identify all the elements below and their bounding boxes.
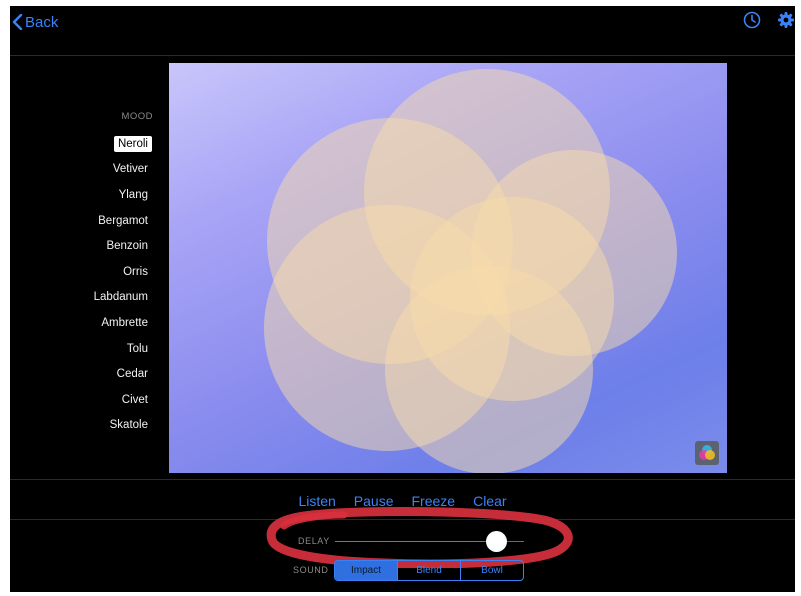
sound-label: SOUND — [293, 565, 329, 575]
back-button[interactable]: Back — [12, 12, 58, 32]
pause-button[interactable]: Pause — [354, 493, 394, 509]
bubble-artwork — [264, 69, 677, 473]
controls-divider — [10, 519, 795, 520]
app-screen: Back MOOD Neroli Vetiver Ylang Bergamot … — [10, 6, 795, 592]
gear-icon — [778, 12, 794, 28]
mood-item-neroli[interactable]: Neroli — [62, 131, 152, 157]
header-divider — [10, 55, 795, 56]
sound-option-impact[interactable]: Impact — [335, 561, 397, 580]
delay-control: DELAY — [10, 531, 795, 552]
back-label: Back — [25, 13, 59, 31]
mood-item-civet[interactable]: Civet — [62, 387, 152, 413]
bubble — [385, 266, 593, 473]
sound-option-bowl[interactable]: Bowl — [460, 561, 523, 580]
mood-item-bergamot[interactable]: Bergamot — [62, 208, 152, 234]
mood-item-benzoin[interactable]: Benzoin — [62, 233, 152, 259]
sound-option-blend[interactable]: Blend — [397, 561, 460, 580]
mood-item-ambrette[interactable]: Ambrette — [62, 310, 152, 336]
mood-title: MOOD — [121, 111, 153, 122]
mood-item-labdanum[interactable]: Labdanum — [62, 285, 152, 311]
delay-slider[interactable] — [335, 531, 524, 552]
history-button[interactable] — [743, 11, 761, 34]
mood-item-ylang[interactable]: Ylang — [62, 182, 152, 208]
delay-label: DELAY — [298, 536, 330, 546]
canvas-divider — [10, 479, 795, 480]
mood-item-tolu[interactable]: Tolu — [62, 336, 152, 362]
mood-item-orris[interactable]: Orris — [62, 259, 152, 285]
freeze-button[interactable]: Freeze — [412, 493, 456, 509]
clock-icon — [743, 11, 761, 29]
sound-segmented-control: Impact Blend Bowl — [334, 560, 524, 581]
palette-button[interactable] — [695, 441, 719, 465]
color-palette-icon — [699, 445, 715, 460]
delay-slider-fill — [335, 541, 496, 542]
visualization-canvas[interactable] — [169, 63, 727, 473]
mood-list: Neroli Vetiver Ylang Bergamot Benzoin Or… — [62, 131, 152, 438]
action-bar: Listen Pause Freeze Clear — [10, 493, 795, 509]
clear-button[interactable]: Clear — [473, 493, 506, 509]
settings-button[interactable] — [777, 11, 795, 34]
mood-item-cedar[interactable]: Cedar — [62, 361, 152, 387]
sound-control: SOUND Impact Blend Bowl — [10, 560, 795, 581]
listen-button[interactable]: Listen — [298, 493, 335, 509]
mood-item-skatole[interactable]: Skatole — [62, 413, 152, 439]
chevron-left-icon — [12, 14, 23, 30]
delay-slider-thumb[interactable] — [485, 531, 507, 552]
mood-item-vetiver[interactable]: Vetiver — [62, 157, 152, 183]
